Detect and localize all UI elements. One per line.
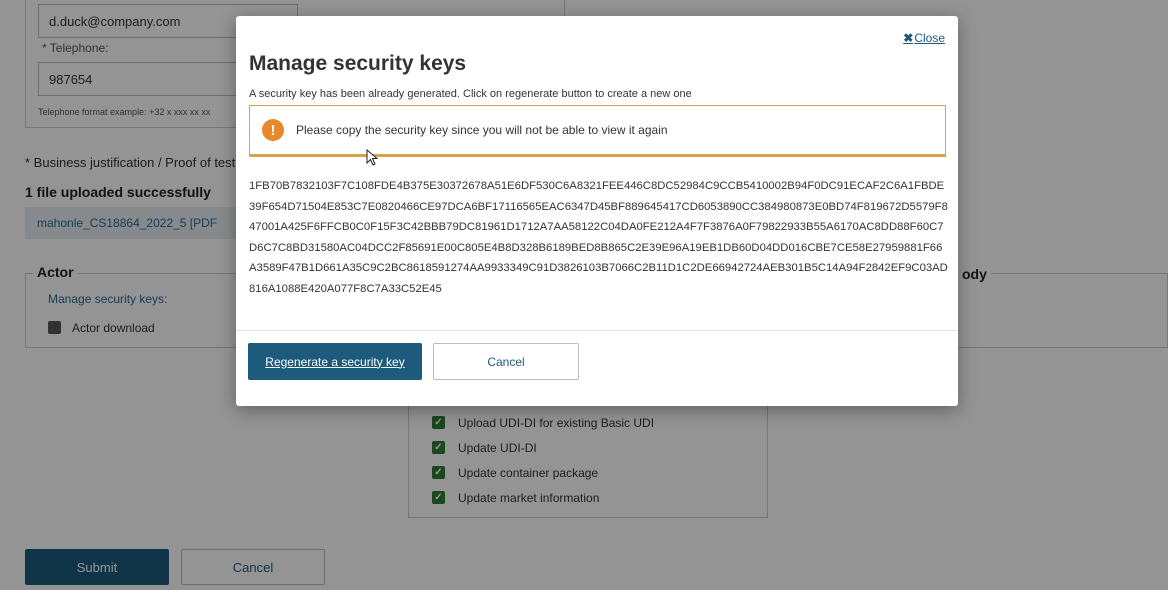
mouse-cursor-icon — [366, 149, 379, 166]
manage-security-keys-dialog: ✖ Close Manage security keys A security k… — [236, 16, 958, 406]
close-icon: ✖ — [903, 31, 914, 45]
security-key-value: 1FB70B7832103F7C108FDE4B375E30372678A51E… — [249, 180, 948, 295]
regenerate-security-key-button[interactable]: Regenerate a security key — [248, 343, 422, 380]
warning-message: ! Please copy the security key since you… — [249, 105, 946, 157]
dialog-title: Manage security keys — [249, 52, 467, 75]
dialog-cancel-button[interactable]: Cancel — [433, 343, 579, 380]
close-button[interactable]: ✖ Close — [903, 31, 945, 45]
dialog-divider — [236, 330, 958, 331]
warning-text: Please copy the security key since you w… — [296, 123, 668, 137]
exclamation-circle-icon: ! — [262, 119, 284, 141]
close-label: Close — [914, 31, 945, 45]
dialog-subtitle: A security key has been already generate… — [249, 88, 692, 100]
